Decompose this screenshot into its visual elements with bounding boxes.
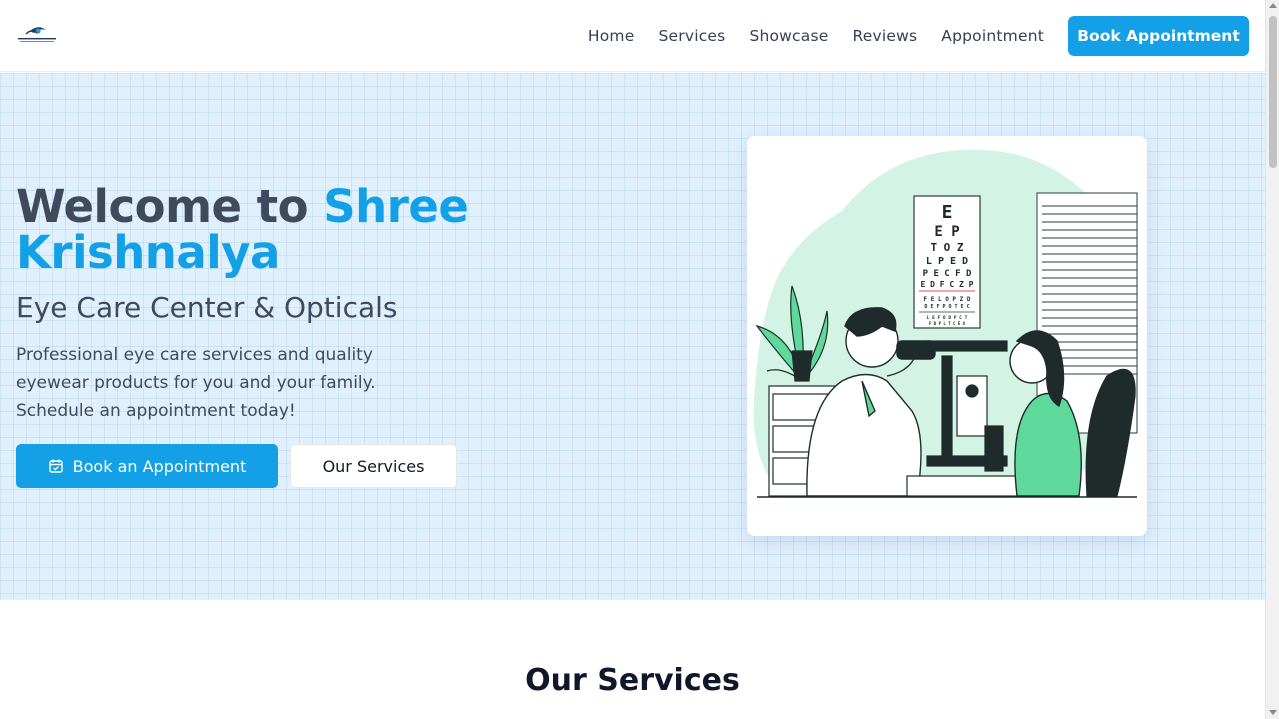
scroll-up-arrow-icon[interactable] <box>1269 3 1277 8</box>
site-header: Home Services Showcase Reviews Appointme… <box>0 0 1265 72</box>
svg-text:D E F P O T E C: D E F P O T E C <box>924 304 969 310</box>
svg-text:F D P L T C E O: F D P L T C E O <box>929 321 966 326</box>
svg-text:E: E <box>942 202 953 223</box>
eye-chart: E E P T O Z L P E D P E C F D E D F C Z … <box>913 195 981 329</box>
nav-showcase[interactable]: Showcase <box>749 27 828 45</box>
svg-text:E D F C Z P: E D F C Z P <box>921 280 974 289</box>
nav-reviews[interactable]: Reviews <box>853 27 918 45</box>
scroll-down-arrow-icon[interactable] <box>1269 710 1277 715</box>
svg-text:P E C F D: P E C F D <box>923 269 972 279</box>
nav-home[interactable]: Home <box>588 27 635 45</box>
nav-appointment[interactable]: Appointment <box>941 27 1044 45</box>
book-an-appointment-label: Book an Appointment <box>72 456 247 476</box>
svg-text:L P E D: L P E D <box>926 256 968 267</box>
logo[interactable] <box>16 24 58 46</box>
hero-description: Professional eye care services and quali… <box>16 345 376 421</box>
hero-title: Welcome to Shree Krishnalya <box>16 184 536 276</box>
hero-subtitle: Eye Care Center & Opticals <box>16 291 398 324</box>
scrollbar-thumb[interactable] <box>1269 16 1277 168</box>
svg-text:T O Z: T O Z <box>930 241 963 254</box>
main-nav: Home Services Showcase Reviews Appointme… <box>588 0 1044 72</box>
svg-text:F E L O P Z D: F E L O P Z D <box>924 296 971 303</box>
book-an-appointment-button[interactable]: Book an Appointment <box>16 444 278 488</box>
our-services-button[interactable]: Our Services <box>290 444 457 488</box>
hero-illustration-card: E E P T O Z L P E D P E C F D E D F C Z … <box>747 136 1147 536</box>
eye-exam-illustration: E E P T O Z L P E D P E C F D E D F C Z … <box>753 149 1139 498</box>
calendar-icon <box>48 459 63 473</box>
book-appointment-button[interactable]: Book Appointment <box>1068 16 1249 56</box>
services-heading: Our Services <box>525 663 740 698</box>
eye-logo-icon <box>18 27 56 42</box>
svg-text:E P: E P <box>934 224 959 240</box>
nav-services[interactable]: Services <box>658 27 725 45</box>
page-scrollbar[interactable] <box>1265 0 1279 719</box>
hero-section: Welcome to Shree Krishnalya Eye Care Cen… <box>0 73 1265 600</box>
